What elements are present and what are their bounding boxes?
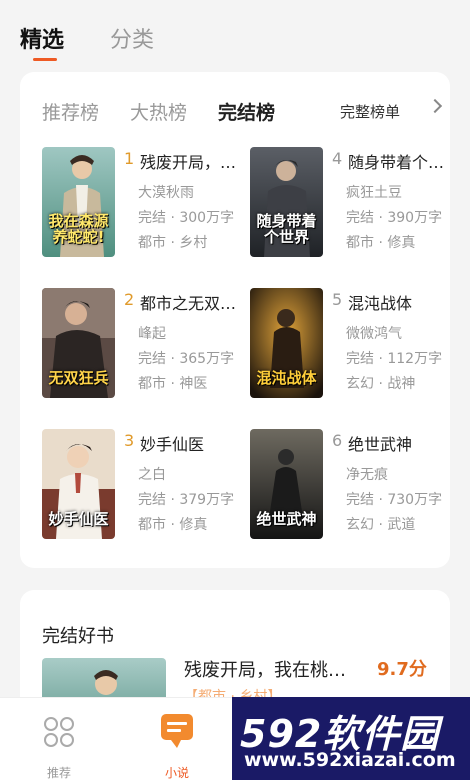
book-title[interactable]: 残废开局，… [140,149,248,173]
book-item[interactable]: 随身带着个世界 4 随身带着个… 疯狂土豆 完结 · 390万字 都市 · 修真 [250,147,455,257]
book-cover[interactable]: 无双狂兵 [42,288,115,398]
book-cover[interactable]: 妙手仙医 [42,429,115,539]
nav-recommend-label: 推荐 [46,766,71,780]
nav-novel[interactable]: 小说 [147,710,207,780]
tab-hot-rank[interactable]: 大热榜 [130,98,187,125]
book-author: 微微鸿气 [346,326,402,342]
rank-number: 4 [332,149,343,168]
watermark-banner: 592软件园 www.592xiazai.com [232,697,470,780]
chevron-right-icon[interactable] [427,98,443,114]
book-author: 疯狂土豆 [346,185,402,201]
rank-number: 6 [332,431,343,450]
book-title[interactable]: 残废开局，我在桃… [184,656,374,682]
book-score: 9.7分 [377,659,427,680]
book-tags: 都市 · 神医 [138,376,208,392]
top-tab-bar: 精选 分类 [0,0,470,70]
nav-recommend[interactable]: 推荐 [29,710,89,780]
book-tags: 玄幻 · 战神 [346,376,416,392]
book-chat-icon [161,714,193,748]
book-tags: 都市 · 修真 [346,235,416,251]
tab-finished-rank[interactable]: 完结榜 [218,98,275,125]
rank-number: 3 [124,431,135,450]
book-title[interactable]: 妙手仙医 [140,431,248,455]
book-cover[interactable]: 混沌战体 [250,288,323,398]
book-cover[interactable]: 我在森源养蛇蛇! [42,147,115,257]
book-item[interactable]: 我在森源养蛇蛇! 1 残废开局，… 大漠秋雨 完结 · 300万字 都市 · 乡… [42,147,247,257]
tab-recommend-rank[interactable]: 推荐榜 [42,98,99,125]
book-tags: 玄幻 · 武道 [346,517,416,533]
book-author: 之白 [138,467,166,483]
book-title[interactable]: 都市之无双… [140,290,248,314]
full-list-link[interactable]: 完整榜单 [340,101,400,122]
book-status: 完结 · 300万字 [138,210,235,226]
book-cover[interactable]: 随身带着个世界 [250,147,323,257]
tab-featured[interactable]: 精选 [20,22,64,54]
book-tags: 都市 · 乡村 [138,235,208,251]
nav-novel-label: 小说 [164,766,189,780]
rank-number: 2 [124,290,135,309]
rank-number: 5 [332,290,343,309]
watermark-url: www.592xiazai.com [244,749,456,771]
book-status: 完结 · 730万字 [346,492,443,508]
book-item[interactable]: 无双狂兵 2 都市之无双… 峰起 完结 · 365万字 都市 · 神医 [42,288,247,398]
book-author: 大漠秋雨 [138,185,194,201]
ranking-card: 推荐榜 大热榜 完结榜 完整榜单 我在森源养蛇蛇! 1 残废开局，… 大漠秋雨 … [20,72,450,568]
book-author: 峰起 [138,326,166,342]
book-item[interactable]: 混沌战体 5 混沌战体 微微鸿气 完结 · 112万字 玄幻 · 战神 [250,288,455,398]
book-status: 完结 · 390万字 [346,210,443,226]
tab-category[interactable]: 分类 [110,22,154,54]
book-status: 完结 · 365万字 [138,351,235,367]
book-status: 完结 · 379万字 [138,492,235,508]
book-item[interactable]: 绝世武神 6 绝世武神 净无痕 完结 · 730万字 玄幻 · 武道 [250,429,455,539]
section-title: 完结好书 [42,626,114,647]
book-title[interactable]: 随身带着个… [348,149,456,173]
book-tags: 都市 · 修真 [138,517,208,533]
book-item[interactable]: 妙手仙医 3 妙手仙医 之白 完结 · 379万字 都市 · 修真 [42,429,247,539]
grid-icon [44,717,74,747]
book-title[interactable]: 混沌战体 [348,290,456,314]
book-author: 净无痕 [346,467,388,483]
book-cover[interactable]: 绝世武神 [250,429,323,539]
rank-number: 1 [124,149,135,168]
book-title[interactable]: 绝世武神 [348,431,456,455]
active-tab-indicator [33,58,57,61]
book-status: 完结 · 112万字 [346,351,443,367]
